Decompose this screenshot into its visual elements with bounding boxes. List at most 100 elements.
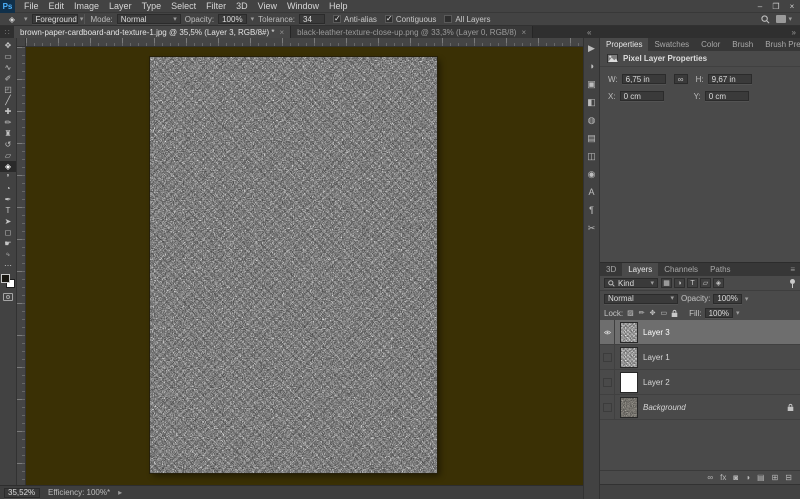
zoom-tool[interactable]: ♀	[0, 249, 16, 260]
healing-brush-tool[interactable]: ✚	[0, 106, 16, 117]
collapse-panels-icon[interactable]: »	[792, 28, 796, 37]
panel-tab[interactable]: 3D	[600, 263, 622, 276]
layer-comps-panel-icon[interactable]: ▤	[584, 133, 599, 143]
panel-tab[interactable]: Color	[695, 38, 726, 51]
options-checkbox[interactable]: Contiguous	[385, 15, 436, 24]
filter-adjustment-layers-icon[interactable]: ◑	[674, 278, 685, 288]
visibility-toggle[interactable]	[600, 320, 615, 345]
lock-image-icon[interactable]: ✏	[638, 309, 646, 317]
restore-button[interactable]: ❐	[768, 0, 784, 13]
panel-tab[interactable]: Channels	[658, 263, 704, 276]
layer-row[interactable]: Layer 1	[600, 345, 800, 370]
search-icon[interactable]	[761, 15, 770, 24]
menu-item[interactable]: 3D	[231, 0, 253, 13]
dodge-tool[interactable]: ◔	[0, 183, 16, 194]
type-tool[interactable]: T	[0, 205, 16, 216]
mode-select[interactable]: Normal ▾	[117, 14, 181, 24]
close-button[interactable]: ×	[784, 0, 800, 13]
paragraph-panel-icon[interactable]: ¶	[584, 205, 599, 215]
menu-item[interactable]: Help	[324, 0, 353, 13]
clone-source-panel-icon[interactable]: ◍	[584, 115, 599, 125]
libraries-panel-icon[interactable]: ◧	[584, 97, 599, 107]
eyedropper-tool[interactable]: ╱	[0, 95, 16, 106]
opacity-arrow-icon[interactable]: ▾	[745, 295, 749, 303]
adjustments-panel-icon[interactable]: ◑	[584, 61, 599, 71]
clone-stamp-tool[interactable]: ♜	[0, 128, 16, 139]
more-tools[interactable]: ⋯	[0, 260, 16, 271]
document-tab[interactable]: brown-paper-cardboard-and-texture-1.jpg …	[14, 26, 291, 38]
new-adjustment-layer-icon[interactable]: ◑	[745, 473, 750, 482]
panel-tab[interactable]: Brush Presets	[759, 38, 800, 51]
menu-item[interactable]: View	[253, 0, 282, 13]
menu-item[interactable]: Type	[137, 0, 167, 13]
layer-style-icon[interactable]: fx	[720, 473, 726, 482]
menu-item[interactable]: Image	[69, 0, 104, 13]
layer-row[interactable]: Background	[600, 395, 800, 420]
new-layer-icon[interactable]: ⊞	[772, 473, 779, 482]
document-tab[interactable]: black-leather-texture-close-up.png @ 33,…	[291, 26, 533, 38]
filter-smart-objects-icon[interactable]: ◈	[713, 278, 724, 288]
visibility-toggle[interactable]	[600, 395, 615, 420]
histogram-panel-icon[interactable]: ◫	[584, 151, 599, 161]
menu-item[interactable]: Select	[166, 0, 201, 13]
menu-item[interactable]: Filter	[201, 0, 231, 13]
layer-opacity-field[interactable]: 100%	[713, 294, 741, 304]
hand-tool[interactable]: ☛	[0, 238, 16, 249]
visibility-toggle[interactable]	[600, 370, 615, 395]
menu-item[interactable]: Edit	[44, 0, 70, 13]
layer-filter-select[interactable]: Kind ▾	[604, 278, 658, 288]
minimize-button[interactable]: –	[752, 0, 768, 13]
layer-filtering-toggle[interactable]	[789, 279, 796, 288]
tolerance-field[interactable]: 34	[299, 14, 325, 24]
rectangular-marquee-tool[interactable]: ▭	[0, 51, 16, 62]
fill-arrow-icon[interactable]: ▾	[736, 309, 740, 317]
eraser-tool[interactable]: ▱	[0, 150, 16, 161]
options-checkbox[interactable]: Anti-alias	[333, 15, 377, 24]
lock-all-icon[interactable]	[671, 309, 678, 318]
menu-item[interactable]: Layer	[104, 0, 137, 13]
link-dimensions-icon[interactable]: ∞	[674, 74, 688, 84]
lock-artboard-icon[interactable]: ▭	[660, 309, 669, 317]
link-layers-icon[interactable]: ∞	[707, 473, 713, 482]
x-field[interactable]: 0 cm	[620, 91, 664, 101]
lock-transparency-icon[interactable]: ▨	[626, 309, 635, 317]
blur-tool[interactable]: ❜	[0, 172, 16, 183]
new-group-icon[interactable]: ▤	[757, 473, 765, 482]
opacity-arrow-icon[interactable]: ▾	[251, 15, 255, 23]
canvas-area[interactable]	[17, 38, 583, 485]
foreground-color-swatch[interactable]	[1, 274, 10, 283]
panel-tab[interactable]: Paths	[704, 263, 736, 276]
filter-type-layers-icon[interactable]: T	[687, 278, 698, 288]
panel-tab[interactable]: Properties	[600, 38, 648, 51]
shape-tool[interactable]: ◻	[0, 227, 16, 238]
path-selection-tool[interactable]: ➤	[0, 216, 16, 227]
workspace-switcher[interactable]: ▾	[776, 15, 792, 23]
styles-panel-icon[interactable]: ▣	[584, 79, 599, 89]
move-tool[interactable]: ✥	[0, 40, 16, 51]
options-checkbox[interactable]: All Layers	[444, 15, 490, 24]
pen-tool[interactable]: ✒	[0, 194, 16, 205]
delete-layer-icon[interactable]: ⊟	[785, 473, 792, 482]
visibility-toggle[interactable]	[600, 345, 615, 370]
y-field[interactable]: 0 cm	[705, 91, 749, 101]
layer-row[interactable]: Layer 3	[600, 320, 800, 345]
quick-mask-button[interactable]	[3, 293, 13, 301]
actions-panel-icon[interactable]: ▶	[584, 43, 599, 53]
history-brush-tool[interactable]: ↺	[0, 139, 16, 150]
panel-tab[interactable]: Swatches	[648, 38, 695, 51]
panel-tab[interactable]: Layers	[622, 263, 658, 276]
width-field[interactable]: 6,75 in	[622, 74, 666, 84]
lasso-tool[interactable]: ∿	[0, 62, 16, 73]
color-swatches[interactable]	[1, 274, 15, 288]
fill-field[interactable]: 100%	[705, 308, 733, 318]
filter-shape-layers-icon[interactable]: ▱	[700, 278, 711, 288]
lock-position-icon[interactable]: ✥	[649, 309, 657, 317]
zoom-level-field[interactable]: 35,52%	[4, 488, 40, 498]
status-menu-chevron-icon[interactable]: ▸	[118, 488, 122, 497]
height-field[interactable]: 9,67 in	[708, 74, 752, 84]
add-layer-mask-icon[interactable]: ◙	[733, 473, 738, 482]
fill-source-select[interactable]: Foreground ▾	[32, 14, 78, 24]
menu-item[interactable]: File	[19, 0, 44, 13]
annotations-panel-icon[interactable]: ✂	[584, 223, 599, 233]
crop-tool[interactable]: ◰	[0, 84, 16, 95]
